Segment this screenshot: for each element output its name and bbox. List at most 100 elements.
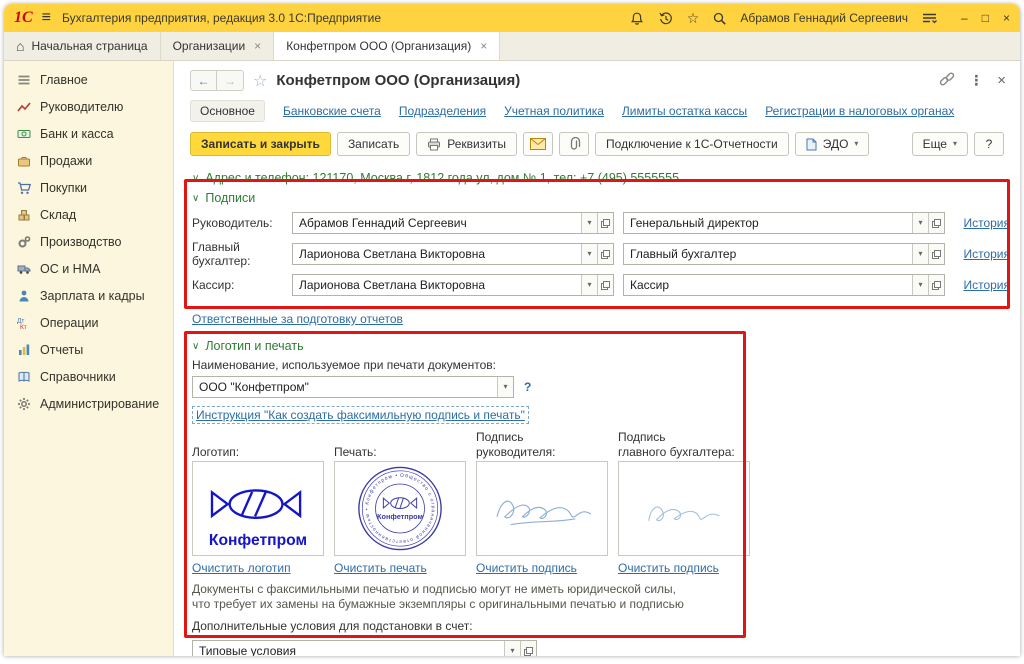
nav-osnovnoe[interactable]: Основное	[190, 100, 265, 122]
group-signatures[interactable]: ∨ Подписи	[192, 191, 1010, 205]
director-signature-image	[476, 461, 608, 556]
sidebar-item-os-nma[interactable]: ОС и НМА	[4, 255, 173, 282]
connect-1c-reporting-button[interactable]: Подключение к 1С-Отчетности	[595, 132, 789, 156]
current-user[interactable]: Абрамов Геннадий Сергеевич	[740, 11, 908, 25]
get-link-icon[interactable]	[939, 71, 955, 90]
cashier-name-input[interactable]	[293, 275, 581, 295]
nav-podrazdeleniya[interactable]: Подразделения	[399, 104, 486, 118]
clear-accountant-signature-link[interactable]: Очистить подпись	[618, 561, 750, 575]
tab-organizations[interactable]: Организации ×	[161, 32, 275, 60]
additional-terms-field: ▾	[192, 640, 537, 656]
dropdown-button[interactable]: ▾	[912, 244, 928, 264]
attachment-button[interactable]	[559, 132, 589, 156]
nav-bank-accounts[interactable]: Банковские счета	[283, 104, 381, 118]
sidebar-item-otchety[interactable]: Отчеты	[4, 336, 173, 363]
sidebar-item-pokupki[interactable]: Покупки	[4, 174, 173, 201]
open-button[interactable]	[520, 641, 536, 656]
open-button[interactable]	[928, 213, 944, 233]
sidebar-item-spravochniki[interactable]: Справочники	[4, 363, 173, 390]
chief-accountant-name-input[interactable]	[293, 244, 581, 264]
group-logo-print[interactable]: ∨ Логотип и печать	[192, 339, 1010, 353]
sidebar-item-administrirovanie[interactable]: Администрирование	[4, 390, 173, 417]
history-icon[interactable]	[658, 11, 674, 26]
search-icon[interactable]	[712, 11, 727, 26]
signature-row-cashier: Кассир: ▾ ▾ История	[192, 274, 1010, 296]
open-button[interactable]	[928, 244, 944, 264]
favorites-star-icon[interactable]: ☆	[687, 10, 700, 27]
paperclip-icon	[568, 137, 581, 151]
additional-terms-label: Дополнительные условия для подстановки в…	[192, 619, 1010, 633]
sidebar-item-proizvodstvo[interactable]: Производство	[4, 228, 173, 255]
field-help-icon[interactable]: ?	[524, 380, 531, 394]
tab-home[interactable]: ⌂ Начальная страница	[4, 32, 161, 60]
sidebar: Главное Руководителю Банк и касса Продаж…	[4, 61, 174, 656]
sidebar-item-operacii[interactable]: ДтКт Операции	[4, 309, 173, 336]
main-panel: ← → ☆ Конфетпром ООО (Организация) ⋮ × О…	[174, 61, 1020, 656]
open-button[interactable]	[928, 275, 944, 295]
back-button[interactable]: ←	[190, 70, 217, 91]
help-button[interactable]: ?	[974, 132, 1004, 156]
clear-stamp-link[interactable]: Очистить печать	[334, 561, 466, 575]
history-link[interactable]: История	[963, 216, 1010, 230]
history-link[interactable]: История	[963, 247, 1010, 261]
sidebar-item-rukovoditelyu[interactable]: Руководителю	[4, 93, 173, 120]
nav-limity-kassy[interactable]: Лимиты остатка кассы	[622, 104, 747, 118]
nav-uchetnaya-politika[interactable]: Учетная политика	[504, 104, 604, 118]
notifications-bell-icon[interactable]	[629, 11, 645, 26]
director-name-input[interactable]	[293, 213, 581, 233]
logo-image: Конфетпром	[192, 461, 324, 556]
sidebar-item-zarplata-kadry[interactable]: Зарплата и кадры	[4, 282, 173, 309]
close-tab-icon[interactable]: ×	[254, 39, 261, 53]
sidebar-item-glavnoe[interactable]: Главное	[4, 66, 173, 93]
main-menu-icon[interactable]: ≡	[42, 10, 51, 26]
dropdown-button[interactable]: ▾	[504, 641, 520, 656]
director-position-input[interactable]	[624, 213, 912, 233]
chief-accountant-position-input[interactable]	[624, 244, 912, 264]
save-close-button[interactable]: Записать и закрыть	[190, 132, 331, 156]
dropdown-button[interactable]: ▾	[581, 275, 597, 295]
minimize-button[interactable]: –	[961, 12, 968, 24]
requisites-button[interactable]: Реквизиты	[416, 132, 517, 156]
tab-konfetprom[interactable]: Конфетпром ООО (Организация) ×	[274, 32, 500, 60]
print-name-input[interactable]	[193, 377, 497, 397]
open-button[interactable]	[597, 213, 613, 233]
close-form-icon[interactable]: ×	[997, 72, 1006, 89]
close-tab-icon[interactable]: ×	[480, 39, 487, 53]
maximize-button[interactable]: □	[982, 12, 989, 24]
chevron-down-icon: ▾	[918, 281, 922, 289]
dropdown-button[interactable]: ▾	[912, 213, 928, 233]
cashier-position-input[interactable]	[624, 275, 912, 295]
history-link[interactable]: История	[963, 278, 1010, 292]
nav-registracii[interactable]: Регистрации в налоговых органах	[765, 104, 954, 118]
save-button[interactable]: Записать	[337, 132, 410, 156]
edo-button[interactable]: ЭДО ▾	[795, 132, 870, 156]
facsimile-instruction-link[interactable]: Инструкция "Как создать факсимильную под…	[192, 406, 529, 424]
group-address-phone[interactable]: ∨ Адрес и телефон: 121170, Москва г, 181…	[192, 170, 1010, 186]
open-button[interactable]	[597, 244, 613, 264]
more-button[interactable]: Еще▾	[912, 132, 968, 156]
open-icon	[524, 647, 533, 656]
responsible-for-reports-link[interactable]: Ответственные за подготовку отчетов	[192, 312, 403, 326]
dropdown-button[interactable]: ▾	[912, 275, 928, 295]
forward-button[interactable]: →	[217, 70, 244, 91]
signature-row-chief-accountant: Главный бухгалтер: ▾ ▾ История	[192, 240, 1010, 268]
clear-logo-link[interactable]: Очистить логотип	[192, 561, 324, 575]
email-button[interactable]	[523, 132, 553, 156]
sidebar-item-sklad[interactable]: Склад	[4, 201, 173, 228]
clear-director-signature-link[interactable]: Очистить подпись	[476, 561, 608, 575]
dropdown-button[interactable]: ▾	[581, 244, 597, 264]
toolbar: Записать и закрыть Записать Реквизиты По…	[174, 131, 1020, 165]
logo-column: Логотип:	[192, 429, 324, 575]
sidebar-item-bank-kassa[interactable]: Банк и касса	[4, 120, 173, 147]
open-button[interactable]	[597, 275, 613, 295]
sidebar-item-prodazhi[interactable]: Продажи	[4, 147, 173, 174]
service-menu-icon[interactable]	[921, 11, 938, 25]
dropdown-button[interactable]: ▾	[581, 213, 597, 233]
dropdown-button[interactable]: ▾	[497, 377, 513, 397]
favorite-star-icon[interactable]: ☆	[253, 71, 267, 91]
1c-logo: 1С	[14, 10, 33, 26]
additional-terms-input[interactable]	[193, 641, 504, 656]
close-window-button[interactable]: ×	[1003, 12, 1010, 24]
more-actions-icon[interactable]: ⋮	[969, 72, 983, 89]
open-icon	[932, 281, 941, 290]
